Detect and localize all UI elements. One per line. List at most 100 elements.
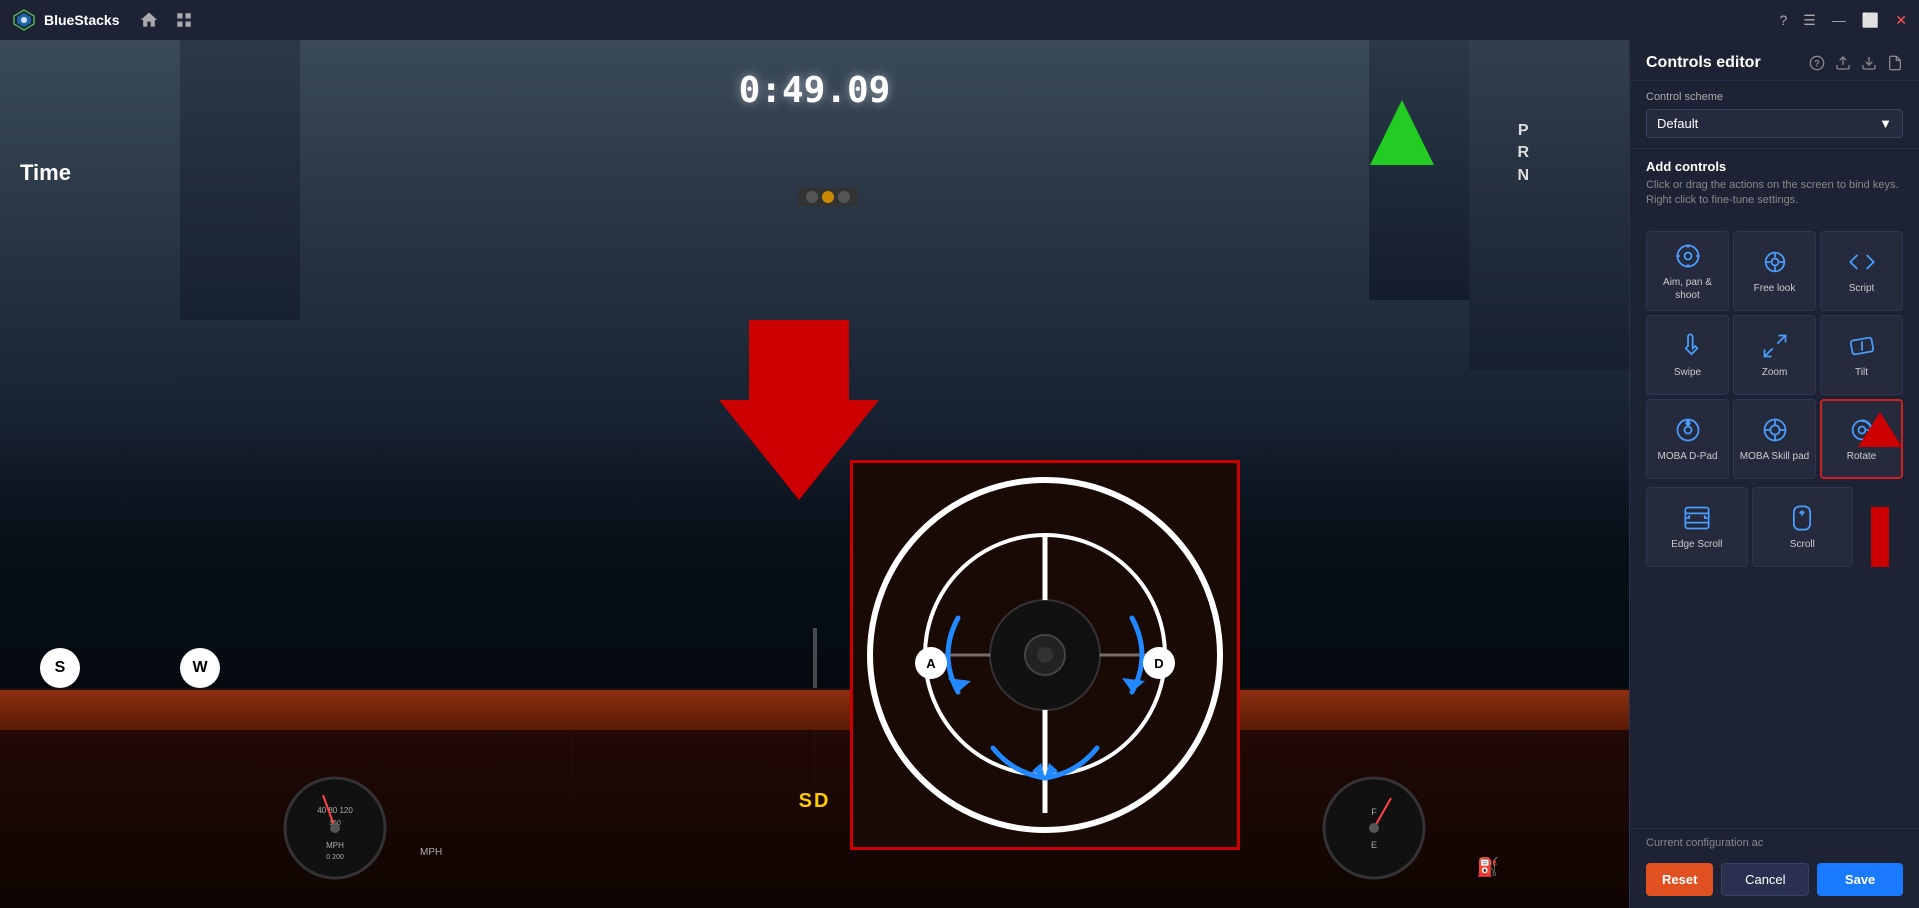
control-moba-skill[interactable]: MOBA Skill pad (1733, 399, 1816, 479)
tilt-label: Tilt (1855, 366, 1868, 379)
edge-scroll-label: Edge Scroll (1671, 538, 1722, 551)
add-controls-section: Add controls Click or drag the actions o… (1630, 149, 1919, 231)
control-scheme-section: Control scheme Default ▼ (1630, 81, 1919, 149)
ssd-badge: SD (799, 790, 831, 813)
maximize-button[interactable]: ⬜ (1862, 12, 1879, 29)
saveas-icon[interactable] (1887, 55, 1903, 71)
scheme-value: Default (1657, 116, 1698, 131)
scroll-controls-section: Edge Scroll Scroll (1630, 483, 1919, 567)
control-swipe[interactable]: Swipe (1646, 315, 1729, 395)
control-free-look[interactable]: Free look (1733, 231, 1816, 311)
steering-red-box: A D (850, 460, 1240, 850)
buildings-right (1469, 40, 1629, 370)
control-scroll[interactable]: Scroll (1752, 487, 1854, 567)
save-button[interactable]: Save (1817, 863, 1903, 896)
timer-display: 0:49.09 (739, 70, 891, 111)
bluestacks-logo-icon (12, 8, 36, 32)
help-button[interactable]: ? (1779, 12, 1787, 28)
app-name: BlueStacks (44, 12, 119, 28)
car-body-top (0, 690, 1629, 730)
speed-label: MPH (420, 847, 442, 858)
building-left2 (180, 40, 300, 320)
buildings-left (0, 40, 180, 390)
traffic-signal (798, 188, 858, 206)
close-button[interactable]: ✕ (1895, 12, 1907, 29)
gear-p: P (1517, 120, 1529, 142)
scroll-icon (1788, 504, 1816, 532)
export-icon[interactable] (1861, 55, 1877, 71)
swipe-icon (1674, 332, 1702, 360)
building-right2 (1369, 40, 1469, 300)
control-moba-dpad[interactable]: MOBA D-Pad (1646, 399, 1729, 479)
svg-text:0 200: 0 200 (326, 854, 344, 861)
grid-icon[interactable] (175, 11, 193, 29)
freelook-icon (1761, 248, 1789, 276)
gear-r: R (1517, 142, 1529, 164)
steering-wheel-svg: A D (853, 463, 1237, 847)
svg-text:MPH: MPH (326, 841, 344, 850)
gauge-left: 40 80 120 160 MPH 0 200 (280, 773, 390, 888)
scroll-label: Scroll (1790, 538, 1815, 551)
svg-text:D: D (1154, 656, 1163, 671)
aim-pan-shoot-label: Aim, pan & shoot (1651, 276, 1724, 302)
free-look-label: Free look (1754, 282, 1796, 295)
gauge-right: F E (1319, 773, 1429, 888)
minimize-button[interactable]: — (1832, 12, 1846, 28)
control-tilt[interactable]: Tilt (1820, 315, 1903, 395)
panel-help-icon[interactable]: ? (1809, 55, 1825, 71)
moba-dpad-icon (1674, 416, 1702, 444)
moba-skill-icon (1761, 416, 1789, 444)
control-aim-pan-shoot[interactable]: Aim, pan & shoot (1646, 231, 1729, 311)
app-logo: BlueStacks (12, 8, 119, 32)
controls-panel-header: Controls editor ? (1630, 40, 1919, 81)
script-icon (1848, 248, 1876, 276)
time-label: Time (20, 160, 71, 186)
moba-dpad-label: MOBA D-Pad (1657, 450, 1717, 463)
main-layout: 0:49.09 Time P R N 40 80 120 160 MPH (0, 40, 1919, 908)
red-arrow-up-indicator (1857, 487, 1903, 567)
direction-arrow-up (1370, 100, 1434, 165)
reset-button[interactable]: Reset (1646, 863, 1713, 896)
menu-button[interactable]: ☰ (1803, 12, 1816, 29)
svg-text:40 80 120: 40 80 120 (317, 806, 353, 815)
import-icon[interactable] (1835, 55, 1851, 71)
controls-panel-title: Controls editor (1646, 54, 1761, 72)
game-area: 0:49.09 Time P R N 40 80 120 160 MPH (0, 40, 1629, 908)
control-edge-scroll[interactable]: Edge Scroll (1646, 487, 1748, 567)
svg-text:F: F (1371, 807, 1377, 817)
svg-text:E: E (1371, 840, 1377, 850)
edge-scroll-icon (1683, 504, 1711, 532)
aim-icon (1674, 242, 1702, 270)
svg-text:A: A (926, 656, 936, 671)
gear-panel: P R N (1517, 120, 1529, 187)
add-controls-title: Add controls (1646, 159, 1903, 174)
home-icon[interactable] (139, 10, 159, 30)
control-script[interactable]: Script (1820, 231, 1903, 311)
key-s-indicator: S (40, 648, 80, 688)
scheme-select[interactable]: Default ▼ (1646, 109, 1903, 138)
key-w-indicator: W (180, 648, 220, 688)
zoom-icon (1761, 332, 1789, 360)
zoom-label: Zoom (1762, 366, 1788, 379)
add-controls-desc: Click or drag the actions on the screen … (1646, 178, 1903, 209)
rotate-label: Rotate (1847, 450, 1876, 463)
svg-text:?: ? (1814, 58, 1820, 68)
tilt-icon (1848, 332, 1876, 360)
scheme-chevron-icon: ▼ (1879, 116, 1892, 131)
control-zoom[interactable]: Zoom (1733, 315, 1816, 395)
fuel-icon: ⛽ (1477, 857, 1499, 878)
swipe-label: Swipe (1674, 366, 1701, 379)
moba-skill-label: MOBA Skill pad (1740, 450, 1809, 463)
dashboard: 40 80 120 160 MPH 0 200 MPH F E (0, 688, 1629, 908)
controls-header-icons: ? (1809, 55, 1903, 71)
script-label: Script (1849, 282, 1875, 295)
gear-n: N (1517, 165, 1529, 187)
controls-footer: Current configuration ac Reset Cancel Sa… (1630, 828, 1919, 908)
title-bar: BlueStacks ? ☰ — ⬜ ✕ (0, 0, 1919, 40)
cancel-button[interactable]: Cancel (1721, 863, 1809, 896)
current-config-text: Current configuration ac (1630, 829, 1919, 855)
footer-buttons: Reset Cancel Save (1630, 855, 1919, 908)
scheme-label: Control scheme (1646, 91, 1903, 103)
controls-panel: Controls editor ? (1629, 40, 1919, 908)
window-controls: ? ☰ — ⬜ ✕ (1779, 12, 1907, 29)
